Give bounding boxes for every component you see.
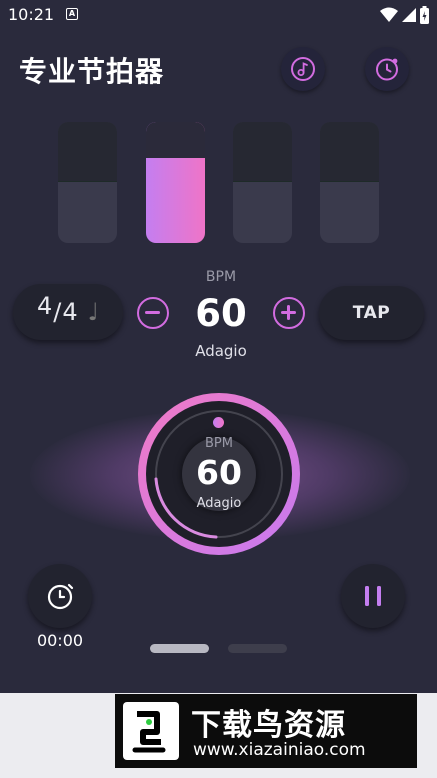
tap-label: TAP (352, 303, 391, 323)
bird-logo-icon (132, 711, 166, 753)
page-indicator-2[interactable] (228, 644, 287, 653)
timer-settings-button[interactable] (365, 47, 409, 91)
battery-icon (420, 6, 429, 24)
watermark: 下载鸟资源 www.xiazainiao.com (115, 694, 417, 768)
music-settings-button[interactable] (281, 47, 325, 91)
status-bar: 10:21 A (0, 0, 437, 30)
timer-value: 00:00 (36, 631, 84, 650)
music-note-icon (291, 57, 315, 81)
dial-tempo-name: Adagio (196, 496, 242, 511)
practice-timer-button[interactable] (28, 564, 92, 628)
tempo-dial[interactable]: BPM 60 Adagio (138, 393, 300, 555)
page-indicator-1[interactable] (150, 644, 209, 653)
stopwatch-icon (47, 583, 74, 610)
beat-indicator-3[interactable] (233, 122, 292, 243)
status-icons (380, 6, 429, 24)
signal-icon (402, 8, 416, 22)
tempo-name: Adagio (195, 342, 247, 360)
beat-indicator-1[interactable] (58, 122, 117, 243)
dial-beat-dot (213, 417, 224, 428)
pause-icon (365, 586, 381, 606)
beat-indicator-4[interactable] (320, 122, 379, 243)
dial-bpm-label: BPM (205, 436, 233, 451)
notification-a-icon: A (66, 8, 78, 20)
status-time: 10:21 (8, 5, 55, 24)
dial-bpm-value: 60 (196, 453, 242, 492)
timer-icon (376, 58, 398, 81)
bpm-label: BPM (205, 269, 237, 285)
wifi-icon (380, 7, 398, 22)
watermark-logo (123, 702, 179, 760)
beat-indicator-2[interactable] (146, 122, 205, 243)
tap-button[interactable]: TAP (319, 286, 424, 340)
pause-button[interactable] (341, 564, 405, 628)
watermark-url: www.xiazainiao.com (193, 740, 366, 760)
watermark-title: 下载鸟资源 (191, 708, 346, 743)
app-title: 专业节拍器 (19, 55, 165, 88)
